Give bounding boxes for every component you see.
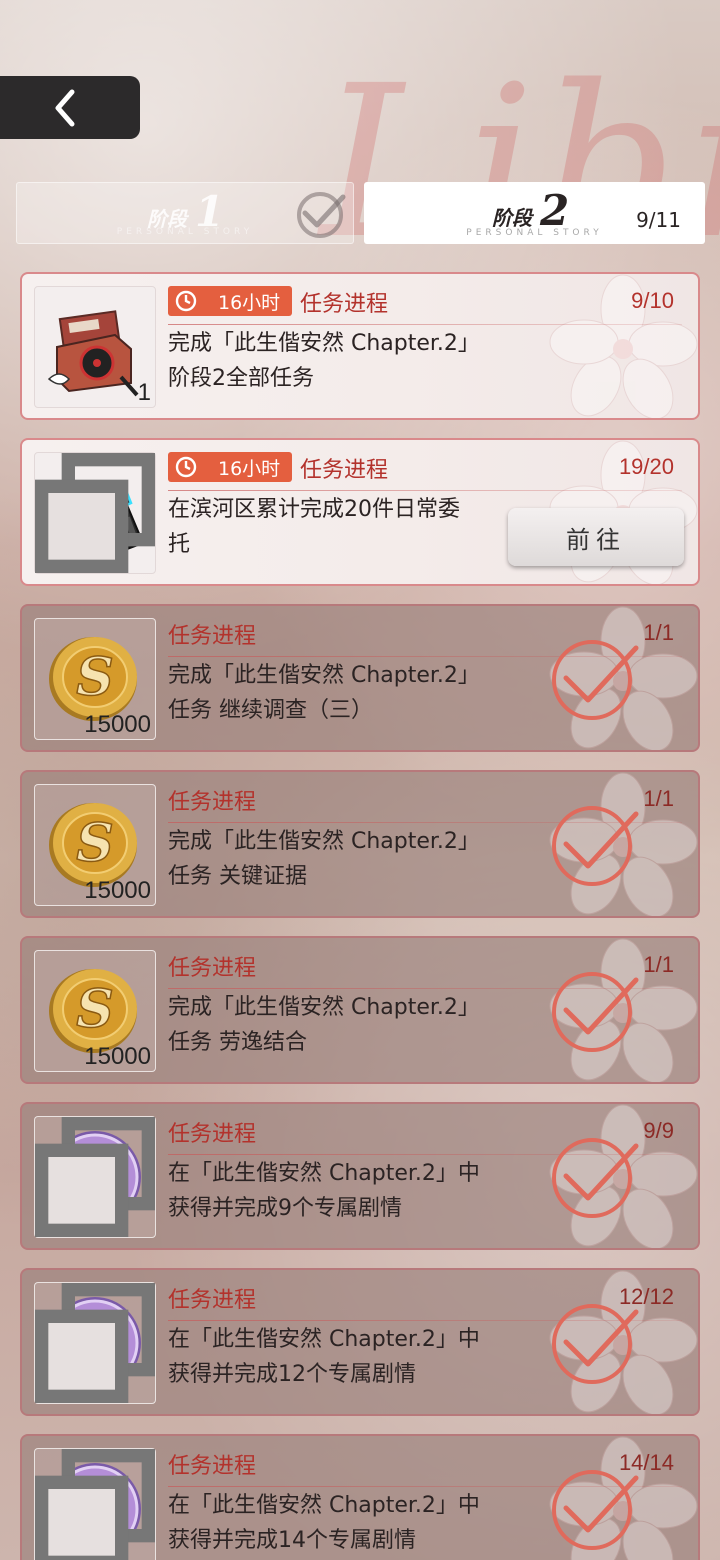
tab-stage-2[interactable]: 阶段 2 9/11 PERSONAL STORY xyxy=(364,182,705,244)
blossom-decoration-icon xyxy=(549,274,698,418)
task-progress: 1/1 xyxy=(643,786,674,811)
stage-label: 阶段 xyxy=(492,206,532,230)
stage-number: 2 xyxy=(540,186,570,235)
task-description-line: 完成「此生偕安然 Chapter.2」 xyxy=(168,663,480,688)
completed-check-icon xyxy=(552,1470,639,1550)
task-description-line: 在「此生偕安然 Chapter.2」中 xyxy=(168,1161,480,1186)
task-progress: 1/1 xyxy=(643,952,674,977)
reward-slot[interactable] xyxy=(34,452,156,574)
svg-text:S: S xyxy=(76,979,114,1040)
task-card: 16小时 任务进程 19/20 在滨河区累计完成20件日常委托前往 xyxy=(20,438,700,586)
task-description: 在「此生偕安然 Chapter.2」中 获得并完成9个专属剧情 xyxy=(168,1156,508,1226)
task-card: S 15000 任务进程 1/1 完成「此生偕安然 Chapter.2」 任务 继续调查… xyxy=(20,604,700,752)
task-description: 完成「此生偕安然 Chapter.2」 任务 继续调查（三） xyxy=(168,658,508,728)
reward-quantity: 15000 xyxy=(84,711,151,738)
divider xyxy=(168,490,682,491)
task-title: 任务进程 xyxy=(168,790,257,815)
task-description-line: 任务 继续调查（三） xyxy=(168,698,373,723)
reward-slot[interactable] xyxy=(34,1282,156,1404)
task-card: 1 16小时 任务进程 9/10 完成「此生偕安然 Chapter.2」 阶段2全部任务 xyxy=(20,272,700,420)
divider xyxy=(168,324,682,325)
stack-icon xyxy=(35,1117,155,1237)
task-progress: 9/9 xyxy=(643,1118,674,1143)
reward-quantity: 15000 xyxy=(84,877,151,904)
task-card: 任务进程 14/14 在「此生偕安然 Chapter.2」中 获得并完成14个专属剧情 xyxy=(20,1434,700,1560)
completed-check-icon xyxy=(552,972,639,1052)
task-description: 在「此生偕安然 Chapter.2」中 获得并完成14个专属剧情 xyxy=(168,1488,508,1558)
completed-check-icon xyxy=(552,1304,639,1384)
svg-text:S: S xyxy=(76,647,114,708)
task-description-line: 在「此生偕安然 Chapter.2」中 xyxy=(168,1327,480,1352)
task-progress: 9/10 xyxy=(631,288,674,313)
svg-text:S: S xyxy=(76,813,114,874)
reward-slot[interactable] xyxy=(34,1116,156,1238)
reward-slot[interactable]: 1 xyxy=(34,286,156,408)
reward-slot[interactable]: S 15000 xyxy=(34,784,156,906)
task-description-line: 任务 劳逸结合 xyxy=(168,1030,307,1055)
task-description-line: 获得并完成9个专属剧情 xyxy=(168,1196,402,1221)
time-remaining-badge: 16小时 xyxy=(168,286,292,316)
task-title: 任务进程 xyxy=(300,292,389,317)
task-description-line: 获得并完成14个专属剧情 xyxy=(168,1528,416,1553)
stack-icon xyxy=(35,1449,155,1560)
task-card: 任务进程 9/9 在「此生偕安然 Chapter.2」中 获得并完成9个专属剧情 xyxy=(20,1102,700,1250)
task-description-line: 完成「此生偕安然 Chapter.2」 xyxy=(168,995,480,1020)
task-description-line: 完成「此生偕安然 Chapter.2」 xyxy=(168,829,480,854)
time-remaining-text: 16小时 xyxy=(218,457,281,480)
stage-subtitle: PERSONAL STORY xyxy=(466,228,603,238)
task-title: 任务进程 xyxy=(300,458,389,483)
task-description: 在「此生偕安然 Chapter.2」中 获得并完成12个专属剧情 xyxy=(168,1322,508,1392)
task-title: 任务进程 xyxy=(168,1288,257,1313)
libra-watermark: Libra xyxy=(320,40,720,285)
task-title: 任务进程 xyxy=(168,624,257,649)
completed-check-icon xyxy=(552,1138,639,1218)
task-card: 任务进程 12/12 在「此生偕安然 Chapter.2」中 获得并完成12个专属剧情 xyxy=(20,1268,700,1416)
reward-slot[interactable]: S 15000 xyxy=(34,618,156,740)
clock-icon xyxy=(175,456,197,478)
stack-icon xyxy=(35,1283,155,1403)
reward-quantity: 15000 xyxy=(84,1043,151,1070)
task-card: S 15000 任务进程 1/1 完成「此生偕安然 Chapter.2」 任务 关键证据 xyxy=(20,770,700,918)
task-description: 完成「此生偕安然 Chapter.2」 阶段2全部任务 xyxy=(168,326,508,396)
tab-stage-1[interactable]: 阶段 1 PERSONAL STORY xyxy=(16,182,354,244)
task-description-line: 任务 关键证据 xyxy=(168,864,307,889)
clock-icon xyxy=(175,290,197,312)
task-description-line: 在「此生偕安然 Chapter.2」中 xyxy=(168,1493,480,1518)
reward-quantity: 1 xyxy=(137,379,151,406)
stack-icon xyxy=(35,453,155,573)
chevron-left-icon xyxy=(55,89,75,126)
time-remaining-text: 16小时 xyxy=(218,291,281,314)
go-button[interactable]: 前往 xyxy=(508,508,684,566)
task-title: 任务进程 xyxy=(168,1454,257,1479)
reward-slot[interactable] xyxy=(34,1448,156,1560)
task-description-line: 完成「此生偕安然 Chapter.2」 xyxy=(168,331,480,356)
task-description-line: 阶段2全部任务 xyxy=(168,366,314,391)
completed-check-icon xyxy=(552,806,639,886)
task-description: 在滨河区累计完成20件日常委托 xyxy=(168,492,508,562)
reward-slot[interactable]: S 15000 xyxy=(34,950,156,1072)
task-title: 任务进程 xyxy=(168,1122,257,1147)
task-description: 完成「此生偕安然 Chapter.2」 任务 劳逸结合 xyxy=(168,990,508,1060)
completed-check-icon xyxy=(552,640,639,720)
task-progress: 19/20 xyxy=(618,454,674,479)
task-progress: 1/1 xyxy=(643,620,674,645)
task-description: 完成「此生偕安然 Chapter.2」 任务 关键证据 xyxy=(168,824,508,894)
task-description-line: 在滨河区累计完成20件日常委 xyxy=(168,497,460,522)
task-title: 任务进程 xyxy=(168,956,257,981)
task-description-line: 获得并完成12个专属剧情 xyxy=(168,1362,416,1387)
time-remaining-badge: 16小时 xyxy=(168,452,292,482)
task-card: S 15000 任务进程 1/1 完成「此生偕安然 Chapter.2」 任务 劳逸结合 xyxy=(20,936,700,1084)
task-description-line: 托 xyxy=(168,532,191,557)
stage-subtitle: PERSONAL STORY xyxy=(116,227,254,237)
back-button[interactable] xyxy=(0,76,140,139)
